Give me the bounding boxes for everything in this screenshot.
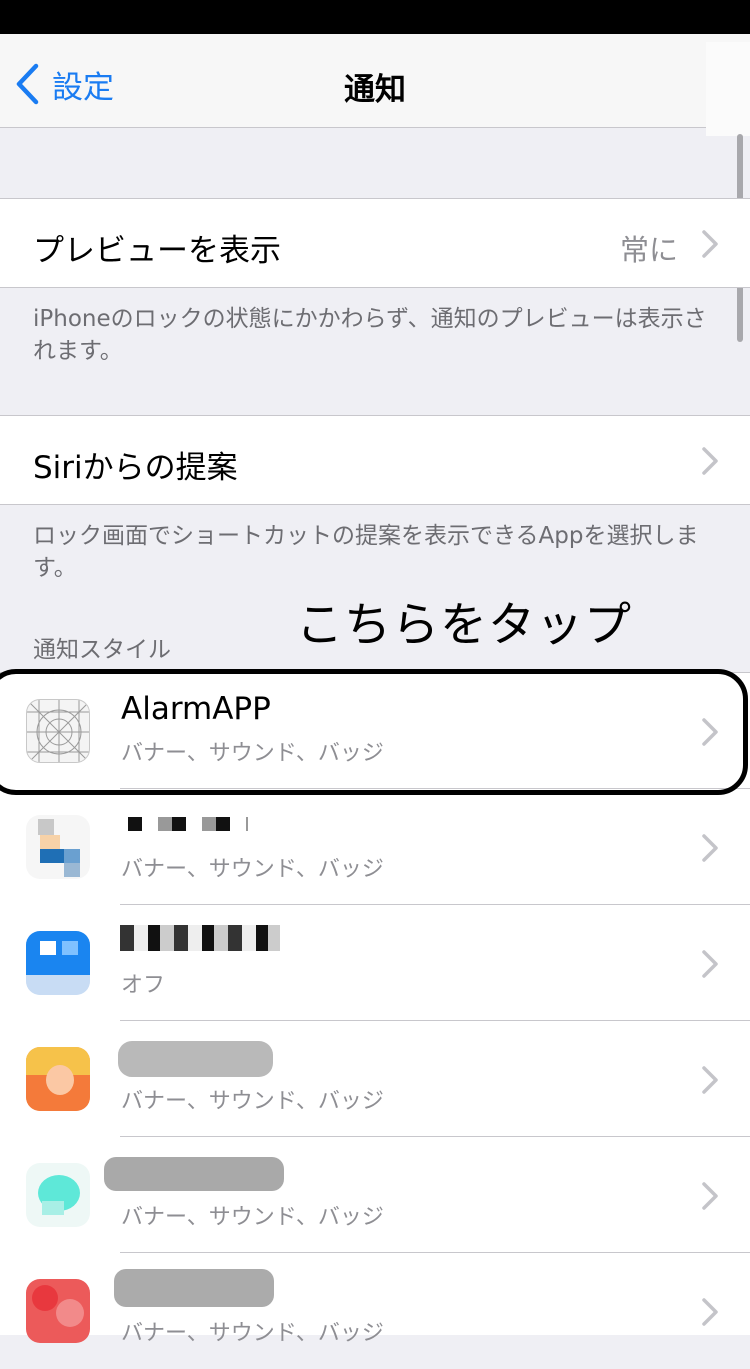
show-previews-row[interactable]: プレビューを表示 常に bbox=[0, 198, 750, 288]
siri-suggestions-footnote: ロック画面でショートカットの提案を表示できるAppを選択します。 bbox=[33, 523, 699, 581]
blurred-app-icon bbox=[26, 1047, 90, 1111]
notification-style-header: 通知スタイル bbox=[33, 637, 171, 663]
redacted-name bbox=[114, 1269, 274, 1307]
app-notification-detail: オフ bbox=[121, 973, 166, 998]
chevron-right-icon bbox=[702, 447, 718, 475]
app-row[interactable]: バナー、サウンド、バッジ bbox=[0, 1253, 750, 1369]
app-notification-detail: バナー、サウンド、バッジ bbox=[121, 1205, 384, 1230]
status-bar bbox=[0, 0, 750, 34]
chevron-right-icon bbox=[702, 1298, 718, 1326]
redacted-name bbox=[118, 1041, 273, 1077]
redacted-name bbox=[120, 925, 280, 951]
redacted-name bbox=[128, 817, 248, 831]
app-row[interactable]: バナー、サウンド、バッジ bbox=[0, 789, 750, 905]
siri-suggestions-label: Siriからの提案 bbox=[33, 450, 238, 486]
chevron-right-icon bbox=[702, 1182, 718, 1210]
blurred-app-icon bbox=[26, 1163, 90, 1227]
app-row[interactable]: バナー、サウンド、バッジ bbox=[0, 1137, 750, 1253]
chevron-right-icon bbox=[702, 834, 718, 862]
app-notification-detail: バナー、サウンド、バッジ bbox=[121, 857, 384, 882]
blurred-app-icon bbox=[26, 931, 90, 995]
app-notification-detail: バナー、サウンド、バッジ bbox=[121, 1089, 384, 1114]
app-row[interactable]: バナー、サウンド、バッジ bbox=[0, 1021, 750, 1137]
app-notification-detail: バナー、サウンド、バッジ bbox=[121, 1321, 384, 1346]
blurred-app-icon bbox=[26, 1279, 90, 1343]
nav-right-area bbox=[706, 42, 750, 136]
highlight-outline bbox=[0, 669, 748, 795]
tap-here-annotation: こちらをタップ bbox=[296, 598, 632, 653]
redacted-name bbox=[104, 1157, 284, 1191]
chevron-right-icon bbox=[702, 950, 718, 978]
page-title: 通知 bbox=[344, 72, 406, 108]
blurred-app-icon bbox=[26, 815, 90, 879]
navigation-bar: 設定 通知 bbox=[0, 34, 750, 136]
show-previews-footnote: iPhoneのロックの状態にかかわらず、通知のプレビューは表示されます。 bbox=[33, 306, 707, 364]
show-previews-value: 常に bbox=[619, 233, 678, 267]
chevron-right-icon bbox=[702, 1066, 718, 1094]
show-previews-label: プレビューを表示 bbox=[33, 233, 281, 269]
app-row[interactable]: オフ bbox=[0, 905, 750, 1021]
chevron-right-icon bbox=[702, 230, 718, 258]
siri-suggestions-row[interactable]: Siriからの提案 bbox=[0, 415, 750, 505]
